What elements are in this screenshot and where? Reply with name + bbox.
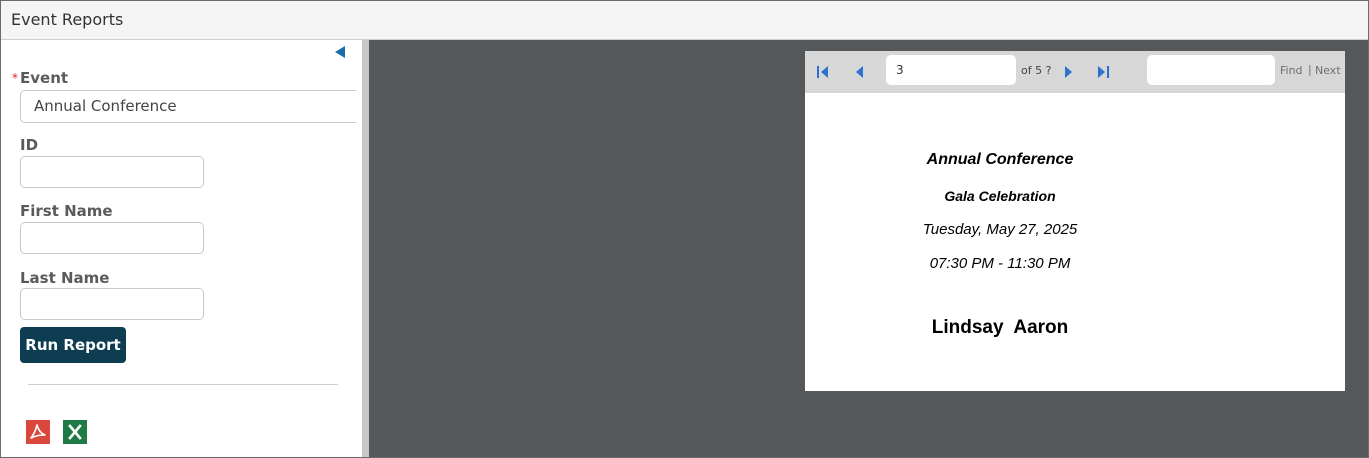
pdf-icon[interactable]: [26, 420, 50, 444]
next-page-icon[interactable]: [1060, 64, 1076, 80]
report-session-name: Gala Celebration: [944, 188, 1056, 204]
report-event-name: Annual Conference: [926, 151, 1074, 168]
last-name-input[interactable]: [20, 288, 204, 320]
excel-icon[interactable]: [63, 420, 87, 444]
last-page-icon[interactable]: [1095, 64, 1111, 80]
report-page: Annual Conference Gala Celebration Tuesd…: [805, 93, 1345, 391]
last-name-label: Last Name: [20, 269, 110, 287]
find-input[interactable]: [1147, 55, 1275, 85]
run-report-button[interactable]: Run Report: [20, 327, 126, 363]
find-separator: |: [1308, 63, 1312, 76]
find-link[interactable]: Find: [1280, 64, 1303, 77]
page-count: of 5 ?: [1021, 64, 1052, 77]
id-label: ID: [20, 136, 39, 154]
report-toolbar: of 5 ? Find | Next: [805, 51, 1345, 93]
report-date: Tuesday, May 27, 2025: [922, 221, 1078, 238]
page-title: Event Reports: [11, 10, 124, 29]
id-input[interactable]: [20, 156, 204, 188]
collapse-panel-icon[interactable]: [333, 45, 347, 59]
first-page-icon[interactable]: [815, 64, 831, 80]
report-time: 07:30 PM - 11:30 PM: [929, 255, 1071, 272]
page-number-input[interactable]: [886, 55, 1016, 85]
first-name-label: First Name: [20, 202, 113, 220]
divider: [28, 384, 338, 385]
report-attendee-name: Lindsay Aaron: [931, 317, 1069, 338]
find-next-link[interactable]: Next: [1315, 64, 1341, 77]
title-bar: Event Reports: [1, 1, 1368, 40]
event-select[interactable]: Annual Conference: [20, 90, 356, 123]
previous-page-icon[interactable]: [852, 64, 868, 80]
required-marker: *: [12, 71, 18, 85]
first-name-input[interactable]: [20, 222, 204, 254]
event-label: Event: [20, 69, 69, 87]
panel-splitter[interactable]: [362, 40, 369, 457]
filter-panel: * Event Annual Conference ID First Name …: [1, 40, 362, 457]
